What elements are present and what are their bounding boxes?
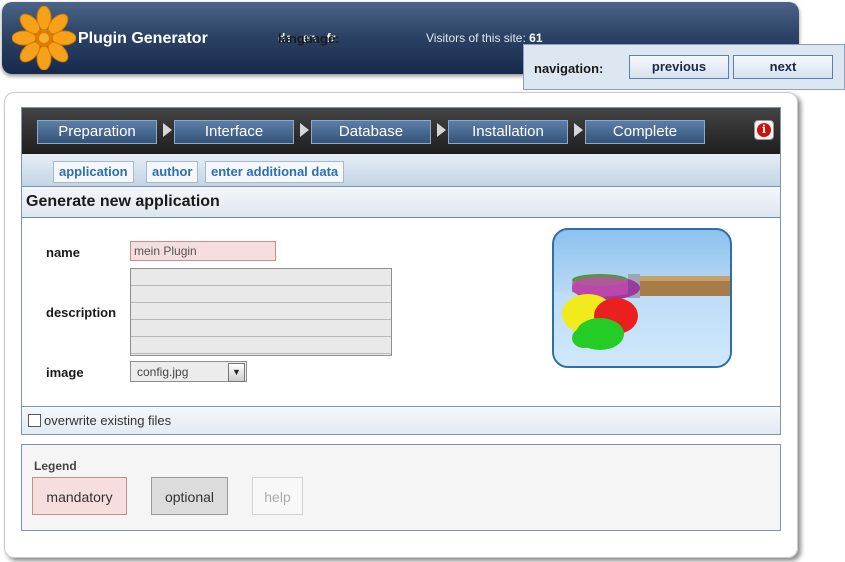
wizard-steps-bar: Preparation Interface Database Installat… xyxy=(21,107,781,155)
description-textarea[interactable] xyxy=(130,268,392,356)
paintbrush-splash-image xyxy=(554,274,730,366)
overwrite-label: overwrite existing files xyxy=(44,413,172,428)
application-form: name description image config.jpg ▼ xyxy=(21,218,781,406)
step-arrow-icon xyxy=(163,123,172,137)
info-icon[interactable]: i xyxy=(754,120,774,140)
previous-button[interactable]: previous xyxy=(629,55,729,79)
section-header: Generate new application xyxy=(21,186,781,219)
description-label: description xyxy=(46,305,117,320)
step-installation[interactable]: Installation xyxy=(448,120,568,144)
subtab-application[interactable]: application xyxy=(53,161,134,183)
legend-help: help xyxy=(252,477,303,515)
image-label: image xyxy=(46,365,84,380)
language-selector: language: de en fr xyxy=(278,31,342,46)
image-preview xyxy=(552,228,732,368)
step-preparation[interactable]: Preparation xyxy=(37,120,157,144)
visitors-label: Visitors of this site: xyxy=(426,31,526,45)
step-database[interactable]: Database xyxy=(311,120,431,144)
visitors-count: 61 xyxy=(529,31,543,45)
step-complete[interactable]: Complete xyxy=(585,120,705,144)
legend-box: Legend mandatory optional help xyxy=(21,444,781,531)
name-input[interactable] xyxy=(130,241,276,261)
flower-logo-icon xyxy=(12,6,76,70)
image-select-value: config.jpg xyxy=(137,365,189,379)
visitor-counter: Visitors of this site: 61 xyxy=(426,31,543,45)
step-arrow-icon xyxy=(437,123,446,137)
navigation-label: navigation: xyxy=(534,61,604,76)
app-title: Plugin Generator xyxy=(78,30,208,47)
subtab-bar: application author enter additional data xyxy=(21,154,781,186)
language-label: language: xyxy=(278,31,340,46)
navigation-box: navigation: previous next xyxy=(523,44,845,90)
name-label: name xyxy=(46,245,80,260)
step-arrow-icon xyxy=(300,123,309,137)
legend-optional: optional xyxy=(151,477,228,515)
step-arrow-icon xyxy=(574,123,583,137)
overwrite-checkbox[interactable] xyxy=(28,414,41,427)
subtab-author[interactable]: author xyxy=(146,161,199,183)
info-glyph: i xyxy=(757,123,771,137)
legend-title: Legend xyxy=(34,459,77,473)
legend-mandatory: mandatory xyxy=(32,477,127,515)
section-title: Generate new application xyxy=(26,193,220,210)
step-interface[interactable]: Interface xyxy=(174,120,294,144)
chevron-down-icon[interactable]: ▼ xyxy=(228,363,245,382)
overwrite-option-row: overwrite existing files xyxy=(21,406,781,435)
image-select[interactable]: config.jpg ▼ xyxy=(130,361,247,382)
next-button[interactable]: next xyxy=(733,55,833,79)
subtab-additional-data[interactable]: enter additional data xyxy=(205,161,345,183)
